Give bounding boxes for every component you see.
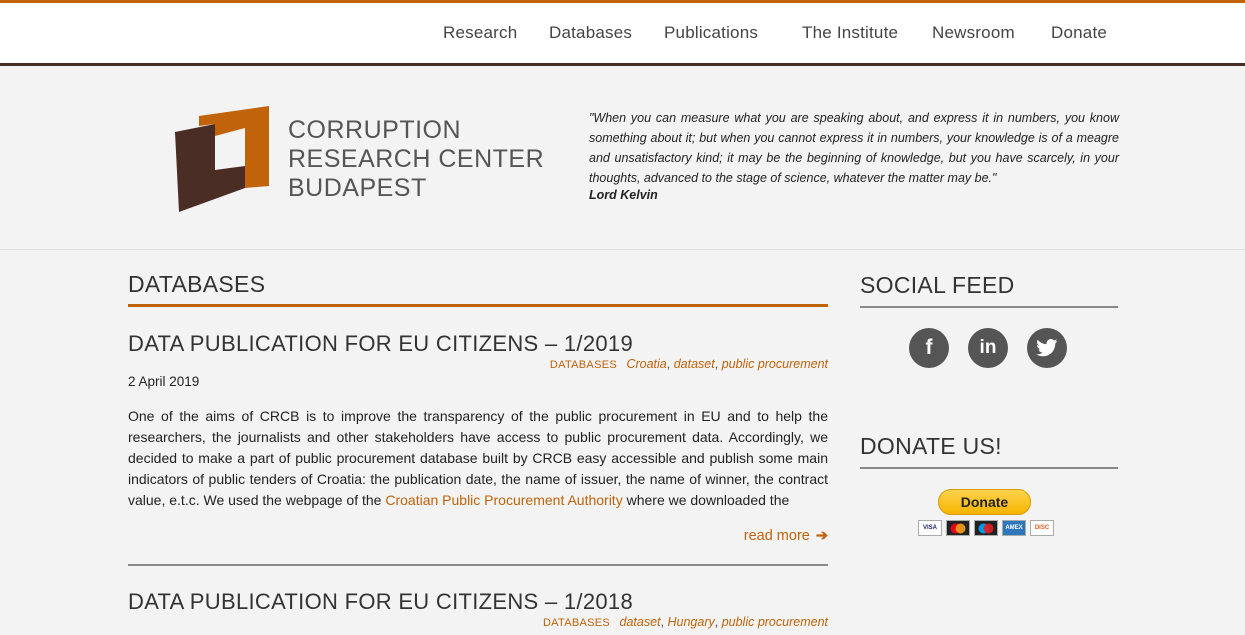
post-tag[interactable]: dataset (620, 615, 661, 629)
quote-author: Lord Kelvin (589, 188, 658, 202)
discover-card-icon: DISC (1030, 520, 1054, 536)
post-title[interactable]: DATA PUBLICATION FOR EU CITIZENS – 1/201… (128, 589, 633, 615)
facebook-icon[interactable]: f (909, 328, 949, 368)
arrow-right-icon: ➔ (815, 528, 828, 544)
post-tag[interactable]: dataset (674, 357, 715, 371)
nav-item-research[interactable]: Research (443, 23, 517, 43)
top-navbar: Research Databases Publications The Inst… (0, 0, 1245, 66)
post-category[interactable]: DATABASES (543, 617, 610, 629)
post-meta: DATABASES dataset, Hungary, public procu… (542, 615, 828, 629)
post-meta: DATABASES Croatia, dataset, public procu… (549, 357, 828, 371)
post-tag[interactable]: Croatia (626, 357, 666, 371)
twitter-icon[interactable] (1027, 328, 1067, 368)
nav-item-newsroom[interactable]: Newsroom (932, 23, 1015, 43)
mastercard-icon (946, 520, 970, 536)
post-divider (128, 564, 828, 566)
twitter-bird-glyph (1036, 339, 1058, 357)
paypal-donate-button[interactable]: Donate (938, 489, 1031, 515)
croatian-authority-link[interactable]: Croatian Public Procurement Authority (385, 492, 622, 508)
nav-item-databases[interactable]: Databases (549, 23, 632, 43)
read-more-link[interactable]: read more ➔ (744, 528, 828, 544)
section-title: DATABASES (128, 271, 828, 307)
header-quote: "When you can measure what you are speak… (589, 111, 1119, 185)
payment-cards: VISA AMEX DISC (918, 520, 1054, 536)
social-feed-title: SOCIAL FEED (860, 272, 1118, 308)
nav-item-publications[interactable]: Publications (664, 23, 758, 43)
nav-item-donate[interactable]: Donate (1051, 23, 1107, 43)
main-nav: Research Databases Publications The Inst… (0, 23, 1245, 49)
nav-item-the-institute[interactable]: The Institute (802, 23, 898, 43)
post-excerpt: One of the aims of CRCB is to improve th… (128, 406, 828, 511)
post-category[interactable]: DATABASES (550, 359, 617, 371)
visa-card-icon: VISA (918, 520, 942, 536)
crcb-logo-icon[interactable] (175, 106, 271, 212)
post-tag[interactable]: public procurement (722, 357, 828, 371)
read-more-label: read more (743, 528, 810, 544)
logo-line-2: RESEARCH CENTER (288, 145, 545, 173)
maestro-card-icon (974, 520, 998, 536)
amex-card-icon: AMEX (1002, 520, 1026, 536)
post-tag[interactable]: public procurement (722, 615, 828, 629)
donate-us-title: DONATE US! (860, 433, 1118, 469)
logo-wordmark[interactable]: CORRUPTION RESEARCH CENTER BUDAPEST (288, 116, 544, 203)
post-title[interactable]: DATA PUBLICATION FOR EU CITIZENS – 1/201… (128, 331, 633, 357)
post-tag[interactable]: Hungary (667, 615, 714, 629)
logo-line-3: BUDAPEST (288, 174, 427, 202)
post-date: 2 April 2019 (128, 374, 200, 389)
logo-line-1: CORRUPTION (288, 116, 462, 144)
post-excerpt-text-end: where we downloaded the (622, 492, 790, 508)
linkedin-icon[interactable]: in (968, 328, 1008, 368)
site-header: CORRUPTION RESEARCH CENTER BUDAPEST "Whe… (0, 66, 1245, 250)
